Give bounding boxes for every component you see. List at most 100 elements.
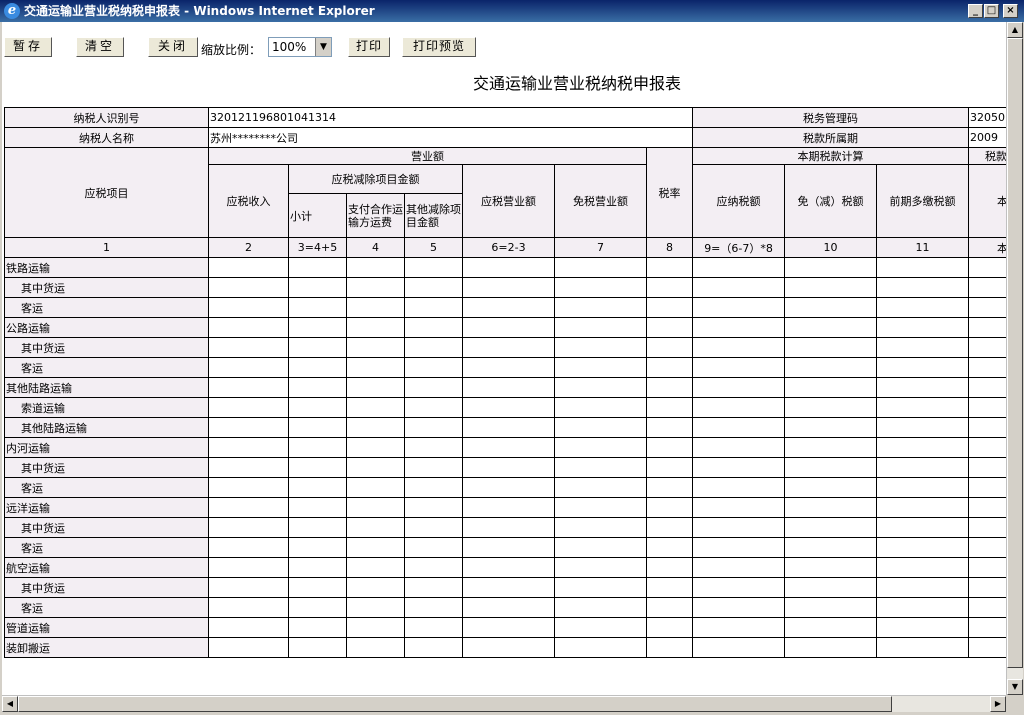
input-cell[interactable] — [462, 257, 555, 278]
input-cell[interactable] — [968, 597, 1006, 618]
input-cell[interactable] — [288, 477, 347, 498]
input-cell[interactable] — [968, 337, 1006, 358]
input-cell[interactable] — [208, 277, 289, 298]
input-cell[interactable] — [554, 497, 647, 518]
input-cell[interactable] — [346, 617, 405, 638]
input-cell[interactable] — [554, 517, 647, 538]
input-cell[interactable] — [876, 597, 970, 618]
input-cell[interactable] — [346, 637, 405, 658]
input-cell[interactable] — [462, 337, 555, 358]
vertical-scroll-thumb[interactable] — [1007, 38, 1023, 668]
maximize-button[interactable]: □ — [984, 4, 999, 18]
input-cell[interactable] — [346, 557, 405, 578]
input-cell[interactable] — [554, 597, 647, 618]
input-cell[interactable] — [645, 437, 694, 458]
input-cell[interactable] — [968, 497, 1006, 518]
input-cell[interactable] — [876, 417, 970, 438]
input-cell[interactable] — [462, 297, 555, 318]
input-cell[interactable] — [692, 497, 786, 518]
input-cell[interactable] — [876, 297, 970, 318]
input-cell[interactable] — [645, 577, 694, 598]
input-cell[interactable] — [645, 497, 694, 518]
input-cell[interactable] — [404, 317, 463, 338]
input-cell[interactable] — [554, 417, 647, 438]
input-cell[interactable] — [404, 557, 463, 578]
input-cell[interactable] — [784, 297, 878, 318]
input-cell[interactable] — [554, 357, 647, 378]
input-cell[interactable] — [876, 477, 970, 498]
input-cell[interactable] — [968, 277, 1006, 298]
input-cell[interactable] — [876, 277, 970, 298]
input-cell[interactable] — [554, 557, 647, 578]
input-cell[interactable] — [208, 477, 289, 498]
input-cell[interactable] — [288, 317, 347, 338]
input-cell[interactable] — [288, 377, 347, 398]
input-cell[interactable] — [692, 377, 786, 398]
input-cell[interactable] — [692, 437, 786, 458]
input-cell[interactable] — [346, 317, 405, 338]
input-cell[interactable] — [645, 417, 694, 438]
input-cell[interactable] — [645, 617, 694, 638]
input-cell[interactable] — [404, 637, 463, 658]
input-cell[interactable] — [645, 257, 694, 278]
input-cell[interactable] — [876, 357, 970, 378]
input-cell[interactable] — [346, 457, 405, 478]
input-cell[interactable] — [462, 577, 555, 598]
input-cell[interactable] — [462, 437, 555, 458]
input-cell[interactable] — [645, 537, 694, 558]
input-cell[interactable] — [462, 377, 555, 398]
input-cell[interactable] — [346, 397, 405, 418]
input-cell[interactable] — [784, 577, 878, 598]
input-cell[interactable] — [554, 377, 647, 398]
input-cell[interactable] — [876, 397, 970, 418]
input-cell[interactable] — [784, 617, 878, 638]
scroll-left-icon[interactable]: ◀ — [2, 696, 18, 712]
input-cell[interactable] — [404, 477, 463, 498]
input-cell[interactable] — [404, 517, 463, 538]
input-cell[interactable] — [692, 477, 786, 498]
input-cell[interactable] — [462, 477, 555, 498]
input-cell[interactable] — [208, 337, 289, 358]
input-cell[interactable] — [876, 457, 970, 478]
input-cell[interactable] — [968, 297, 1006, 318]
input-cell[interactable] — [462, 517, 555, 538]
chevron-down-icon[interactable]: ▼ — [315, 38, 331, 56]
input-cell[interactable] — [404, 617, 463, 638]
input-cell[interactable] — [288, 417, 347, 438]
input-cell[interactable] — [404, 257, 463, 278]
input-cell[interactable] — [346, 577, 405, 598]
input-cell[interactable] — [208, 417, 289, 438]
input-cell[interactable] — [692, 257, 786, 278]
input-cell[interactable] — [288, 437, 347, 458]
input-cell[interactable] — [208, 357, 289, 378]
input-cell[interactable] — [876, 437, 970, 458]
input-cell[interactable] — [645, 317, 694, 338]
input-cell[interactable] — [208, 577, 289, 598]
input-cell[interactable] — [784, 477, 878, 498]
input-cell[interactable] — [645, 377, 694, 398]
input-cell[interactable] — [876, 497, 970, 518]
input-cell[interactable] — [554, 257, 647, 278]
input-cell[interactable] — [784, 557, 878, 578]
input-cell[interactable] — [876, 577, 970, 598]
input-cell[interactable] — [876, 377, 970, 398]
input-cell[interactable] — [784, 537, 878, 558]
input-cell[interactable] — [404, 377, 463, 398]
input-cell[interactable] — [968, 357, 1006, 378]
input-cell[interactable] — [645, 477, 694, 498]
input-cell[interactable] — [208, 297, 289, 318]
input-cell[interactable] — [554, 397, 647, 418]
input-cell[interactable] — [968, 477, 1006, 498]
input-cell[interactable] — [288, 537, 347, 558]
close-window-button[interactable]: × — [1003, 4, 1018, 18]
input-cell[interactable] — [288, 637, 347, 658]
input-cell[interactable] — [208, 317, 289, 338]
input-cell[interactable] — [784, 517, 878, 538]
input-cell[interactable] — [784, 257, 878, 278]
input-cell[interactable] — [968, 617, 1006, 638]
input-cell[interactable] — [208, 497, 289, 518]
input-cell[interactable] — [968, 377, 1006, 398]
input-cell[interactable] — [968, 557, 1006, 578]
input-cell[interactable] — [208, 537, 289, 558]
input-cell[interactable] — [346, 497, 405, 518]
